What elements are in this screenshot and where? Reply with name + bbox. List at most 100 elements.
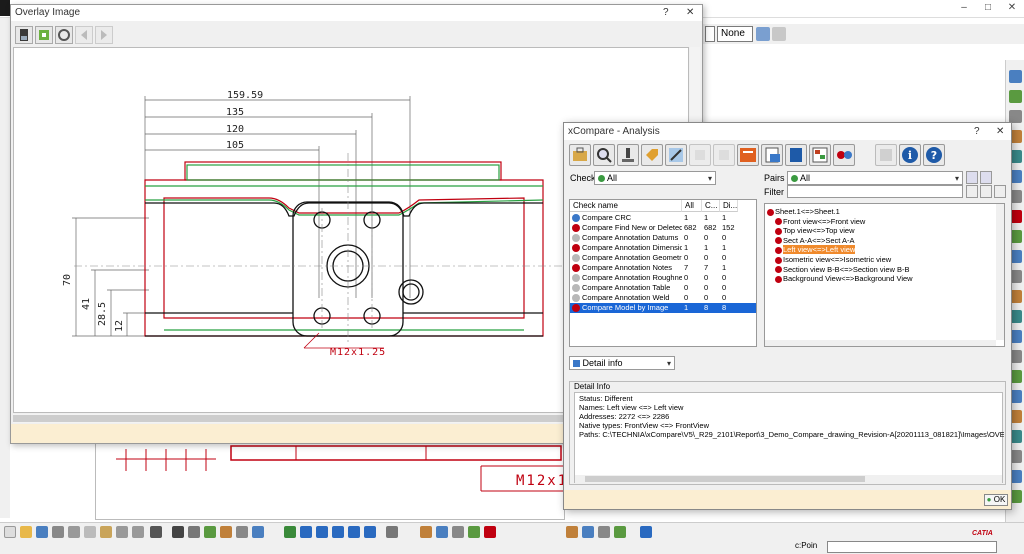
settings-button[interactable]: [569, 144, 591, 166]
table-row[interactable]: Compare Annotation Geometrical...000: [570, 253, 756, 263]
comment-icon[interactable]: [188, 526, 200, 538]
table-row[interactable]: Compare Annotation Roughness 0 0 0: [570, 273, 756, 283]
sort-az-button[interactable]: [966, 171, 978, 184]
view-icon[interactable]: [1009, 70, 1022, 83]
open-icon[interactable]: [20, 526, 32, 538]
overlay-help-button[interactable]: ?: [663, 7, 669, 18]
sketch-icon[interactable]: [220, 526, 232, 538]
swap-icon[interactable]: [468, 526, 480, 538]
ok-button[interactable]: ● OK: [984, 494, 1008, 506]
table-row[interactable]: Compare Model by Image 1 8 8: [570, 303, 756, 313]
paste-button[interactable]: [713, 144, 735, 166]
tree-item[interactable]: Front view<=>Front view: [775, 217, 865, 226]
copy-icon[interactable]: [84, 526, 96, 538]
filter-input[interactable]: [787, 185, 963, 198]
drawing-sheet-area[interactable]: [700, 44, 1005, 124]
table-row[interactable]: Compare Annotation Notes 7 7 1: [570, 263, 756, 273]
paste-icon[interactable]: [100, 526, 112, 538]
overlay-save-button[interactable]: [15, 26, 33, 44]
fit-all-icon[interactable]: [284, 526, 296, 538]
tree-item[interactable]: Top view<=>Top view: [775, 226, 855, 235]
report-button[interactable]: [737, 144, 759, 166]
command-input[interactable]: [827, 541, 997, 553]
table-row[interactable]: Compare Annotation Datums 0 0 0: [570, 233, 756, 243]
rotate-icon[interactable]: [316, 526, 328, 538]
header-c[interactable]: C...: [702, 200, 720, 212]
refresh-icon[interactable]: [386, 526, 398, 538]
xcompare-close-button[interactable]: ✕: [996, 126, 1004, 137]
edit-button[interactable]: [665, 144, 687, 166]
section-icon[interactable]: [1009, 90, 1022, 103]
book-button[interactable]: [785, 144, 807, 166]
tree-item[interactable]: Left view<=>Left view: [775, 245, 856, 255]
table-row[interactable]: Compare Annotation Dimensions 1 1 1: [570, 243, 756, 253]
filter-icon[interactable]: [772, 27, 786, 41]
tree-item[interactable]: Sect A-A<=>Sect A-A: [775, 236, 855, 245]
pairs-select[interactable]: All ▾: [787, 171, 963, 185]
filter-b-button[interactable]: [994, 185, 1006, 198]
table-row[interactable]: Compare Find New or Deleted 682 682 152: [570, 223, 756, 233]
knowledge-icon[interactable]: [252, 526, 264, 538]
detail-scroll-thumb[interactable]: [585, 476, 865, 482]
tree-item[interactable]: Background View<=>Background View: [775, 274, 913, 283]
xcompare-help-button[interactable]: ?: [974, 126, 980, 137]
layout-icon[interactable]: [420, 526, 432, 538]
checks-select[interactable]: All ▾: [594, 171, 716, 185]
tool-c-icon[interactable]: [598, 526, 610, 538]
format-painter-icon[interactable]: [756, 27, 770, 41]
inspect-button[interactable]: [617, 144, 639, 166]
color-compare-button[interactable]: [833, 144, 855, 166]
tree-vertical-scrollbar[interactable]: [996, 204, 1004, 340]
zoom-out-icon[interactable]: [348, 526, 360, 538]
layer-select[interactable]: None: [717, 26, 753, 42]
header-check-name[interactable]: Check name: [570, 200, 682, 212]
info-button[interactable]: i: [899, 144, 921, 166]
filter-a-button[interactable]: [980, 185, 992, 198]
macro-icon[interactable]: [236, 526, 248, 538]
header-d[interactable]: Di...: [720, 200, 738, 212]
zoom-in-icon[interactable]: [332, 526, 344, 538]
overlay-close-button[interactable]: ✕: [686, 7, 694, 18]
tree-item[interactable]: Section view B-B<=>Section view B-B: [775, 265, 910, 274]
new-icon[interactable]: [4, 526, 16, 538]
tool-e-icon[interactable]: [640, 526, 652, 538]
pan-icon[interactable]: [300, 526, 312, 538]
overlay-forward-button[interactable]: [95, 26, 113, 44]
whats-this-icon[interactable]: [150, 526, 162, 538]
tree-item[interactable]: Sheet.1<=>Sheet.1: [767, 207, 840, 216]
save-icon[interactable]: [36, 526, 48, 538]
detail-horizontal-scrollbar[interactable]: [575, 475, 1002, 483]
fog-icon[interactable]: [172, 526, 184, 538]
tool-d-icon[interactable]: [614, 526, 626, 538]
filter-search-button[interactable]: [966, 185, 978, 198]
tool-b-icon[interactable]: [582, 526, 594, 538]
help-button[interactable]: ?: [923, 144, 945, 166]
overlay-back-button[interactable]: [75, 26, 93, 44]
detail-select[interactable]: Detail info ▾: [569, 356, 675, 370]
minimize-icon[interactable]: –: [956, 1, 972, 15]
redo-icon[interactable]: [132, 526, 144, 538]
copy-button[interactable]: [689, 144, 711, 166]
style-select[interactable]: [705, 26, 715, 42]
maximize-icon[interactable]: □: [980, 1, 996, 15]
export-button[interactable]: [761, 144, 783, 166]
drawing-sheet-lower[interactable]: [95, 440, 566, 520]
tree-horizontal-scrollbar[interactable]: [765, 340, 996, 346]
print-icon[interactable]: [52, 526, 64, 538]
render-icon[interactable]: [484, 526, 496, 538]
undo-icon[interactable]: [116, 526, 128, 538]
measure-icon[interactable]: [204, 526, 216, 538]
header-all[interactable]: All: [682, 200, 702, 212]
normal-view-icon[interactable]: [364, 526, 376, 538]
close-icon[interactable]: ✕: [1004, 1, 1020, 15]
search-button[interactable]: [593, 144, 615, 166]
table-row[interactable]: Compare Annotation Table 0 0 0: [570, 283, 756, 293]
overlay-zoom-button[interactable]: [55, 26, 73, 44]
tree-item[interactable]: Isometric view<=>Isometric view: [775, 255, 891, 264]
cut-icon[interactable]: [68, 526, 80, 538]
detail-info-text[interactable]: Status: Different Names: Left view <=> L…: [574, 392, 1004, 483]
table-row[interactable]: Compare CRC 1 1 1: [570, 213, 756, 223]
overlay-fit-button[interactable]: [35, 26, 53, 44]
tag-button[interactable]: [641, 144, 663, 166]
hide-icon[interactable]: [452, 526, 464, 538]
